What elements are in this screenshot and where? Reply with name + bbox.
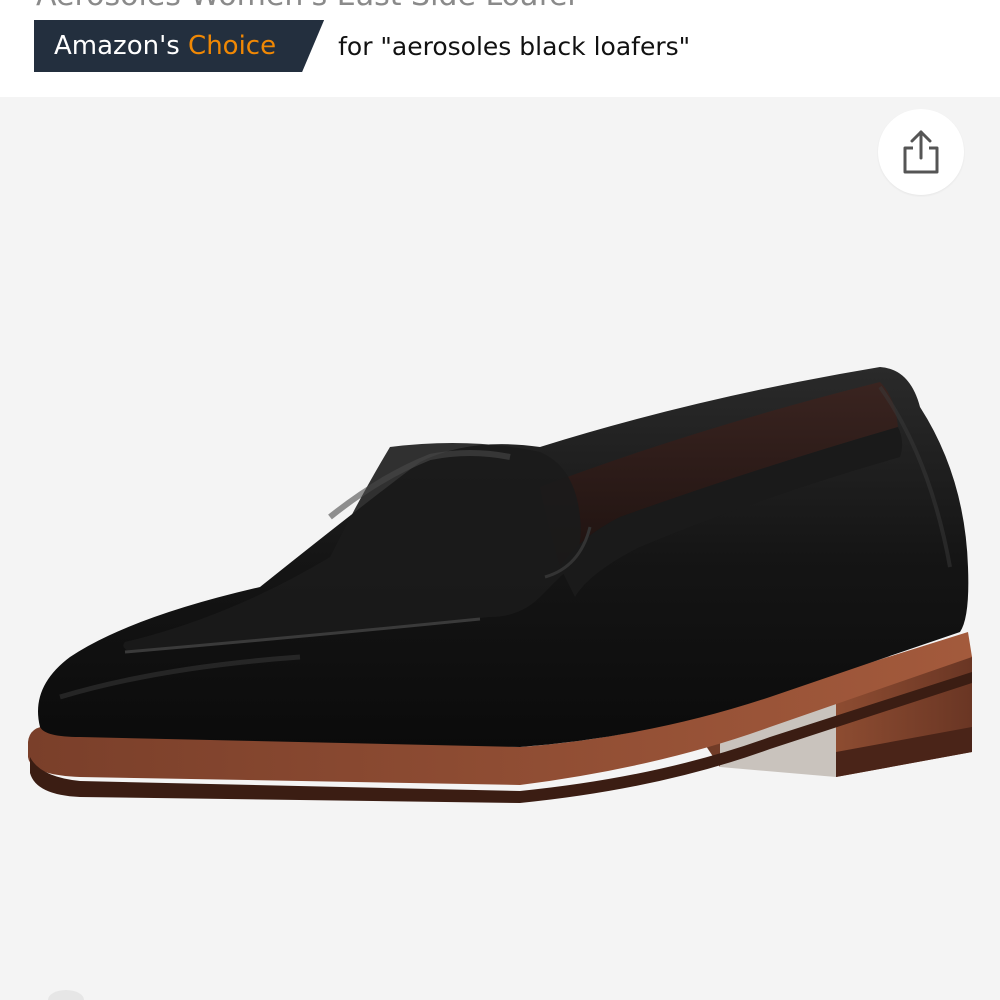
amazons-choice-row: Amazon's Choice for "aerosoles black loa… bbox=[34, 20, 690, 72]
product-title[interactable]: Aerosoles Women's East Side Loafer bbox=[36, 0, 580, 12]
product-image bbox=[28, 367, 972, 803]
badge-prefix: Amazon's bbox=[54, 31, 180, 61]
badge-highlight: Choice bbox=[188, 31, 277, 61]
share-icon bbox=[903, 130, 939, 174]
badge-query-text: for "aerosoles black loafers" bbox=[338, 31, 691, 61]
amazons-choice-badge[interactable]: Amazon's Choice bbox=[34, 20, 324, 72]
share-button[interactable] bbox=[878, 109, 964, 195]
product-image-gallery[interactable] bbox=[0, 97, 1000, 1000]
product-page: Aerosoles Women's East Side Loafer Amazo… bbox=[0, 0, 1000, 1000]
